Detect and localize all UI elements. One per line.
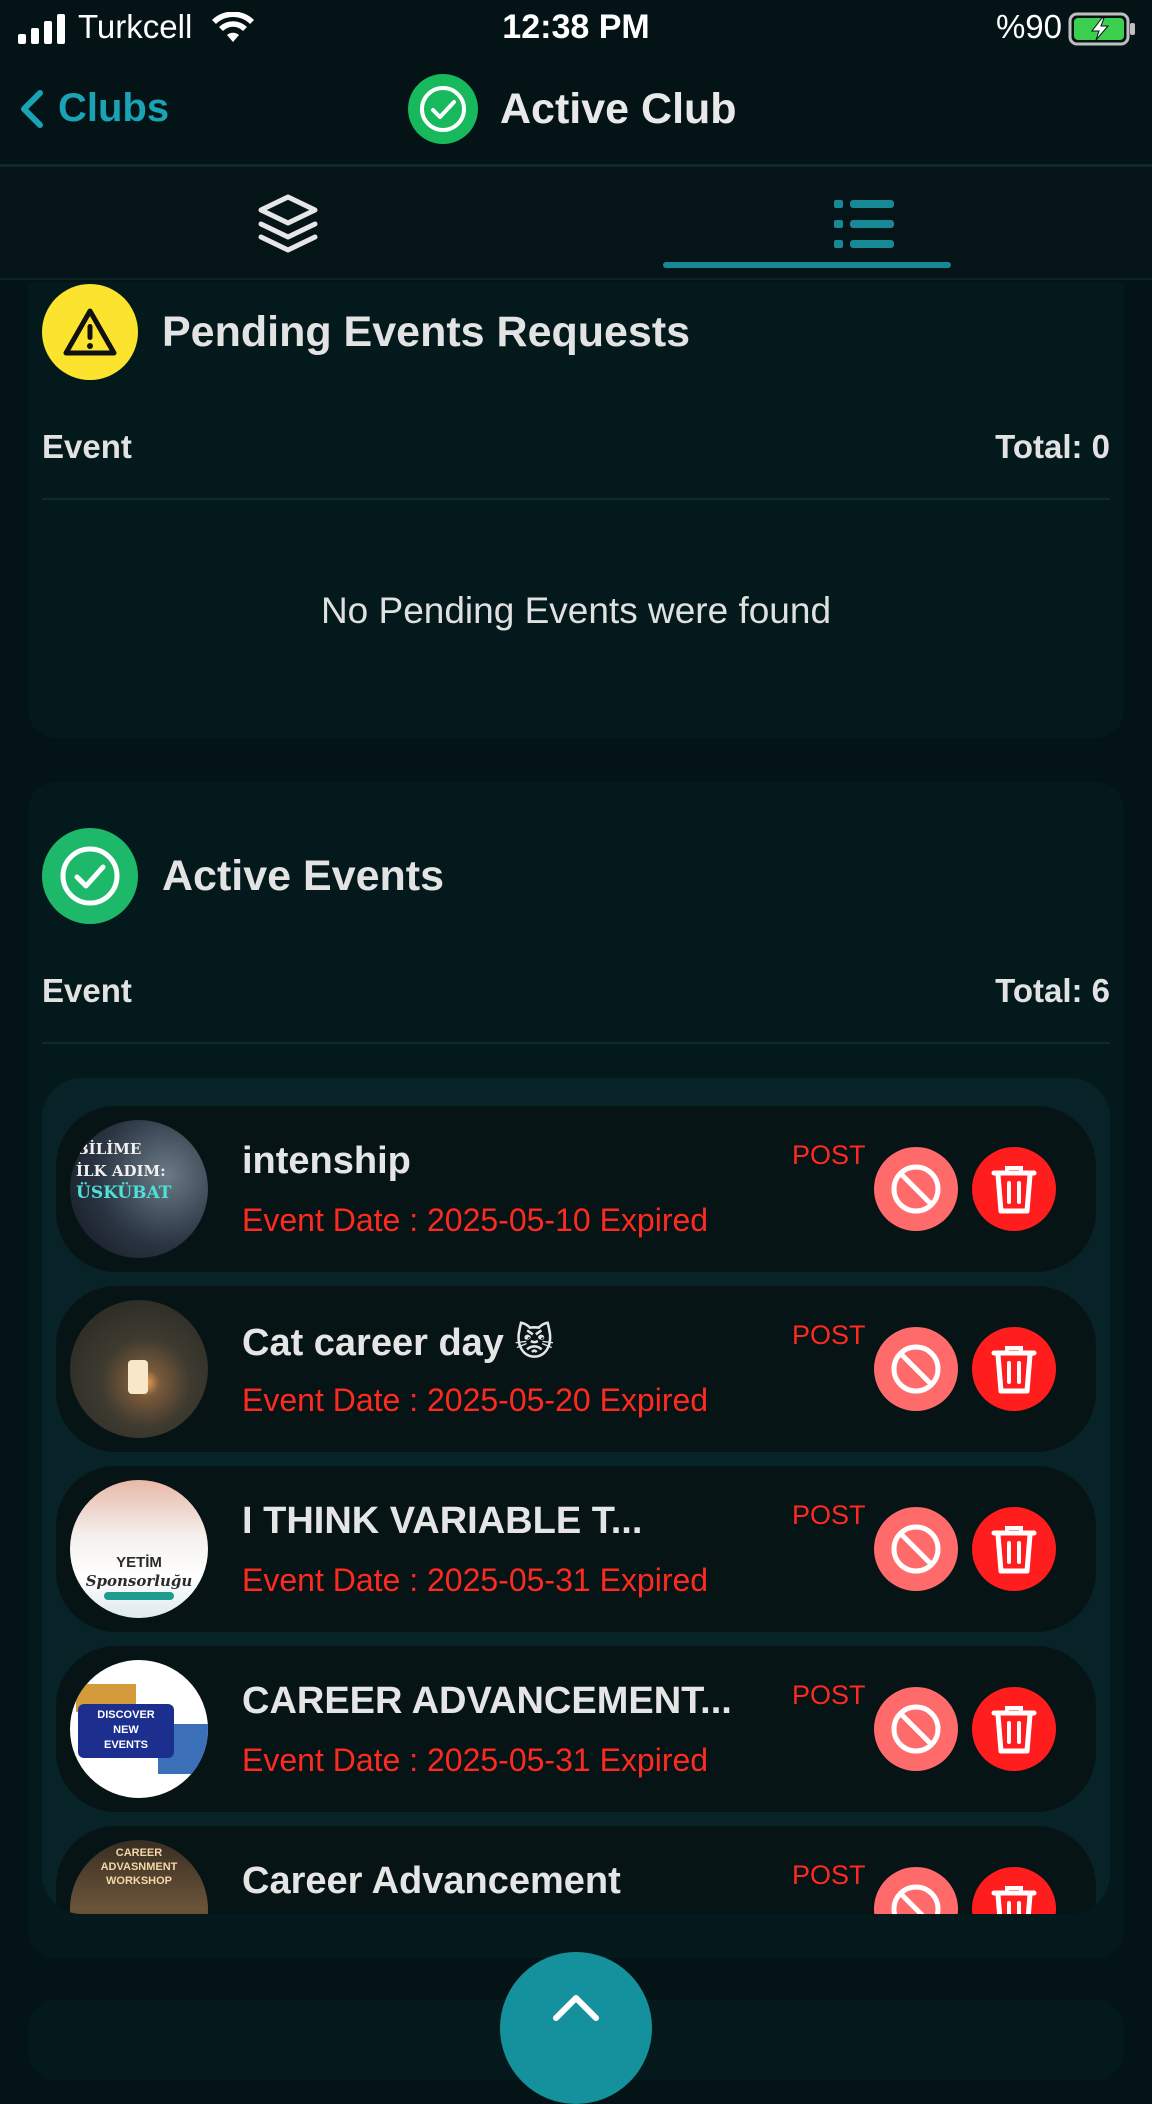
pending-divider	[42, 498, 1110, 500]
check-circle-icon	[408, 74, 478, 144]
pending-column-label: Event	[42, 428, 132, 465]
header-divider	[0, 164, 1152, 167]
back-label: Clubs	[58, 86, 170, 130]
event-title: intenship	[242, 1140, 411, 1182]
event-title: Career Advancement	[242, 1860, 621, 1902]
tab-bar	[0, 168, 1152, 280]
active-title-text: Active Events	[162, 851, 445, 900]
thumbnail-bar	[104, 1592, 174, 1600]
event-thumbnail: BİLİME İLK ADIM: ÜSKÜBAT	[70, 1120, 208, 1258]
list-item[interactable]: BİLİME İLK ADIM: ÜSKÜBAT intenship Event…	[56, 1106, 1096, 1272]
active-total: Total: 6	[995, 972, 1110, 1009]
back-button[interactable]: Clubs	[18, 86, 169, 131]
ban-icon	[891, 1704, 941, 1754]
trash-icon	[991, 1706, 1037, 1754]
thumbnail-caption: BİLİME İLK ADIM: ÜSKÜBAT	[76, 1140, 172, 1203]
event-type-badge: POST	[792, 1320, 866, 1350]
pending-empty-message: No Pending Events were found	[320, 590, 832, 631]
pending-section-title: Pending Events Requests	[42, 284, 690, 380]
active-divider	[42, 1042, 1110, 1044]
trash-icon	[991, 1166, 1037, 1214]
page-title: Active Club	[408, 74, 737, 144]
active-column-label: Event	[42, 972, 132, 1009]
battery-icon	[1068, 12, 1135, 46]
pending-total: Total: 0	[995, 428, 1110, 465]
delete-event-button[interactable]	[972, 1867, 1056, 1914]
delete-event-button[interactable]	[972, 1147, 1056, 1231]
event-type-badge: POST	[792, 1680, 866, 1710]
trash-icon	[991, 1346, 1037, 1394]
block-event-button[interactable]	[874, 1867, 958, 1914]
warning-icon	[42, 284, 138, 380]
pending-title-text: Pending Events Requests	[162, 307, 691, 356]
event-type-badge: POST	[792, 1140, 866, 1170]
active-section-title: Active Events	[42, 828, 444, 924]
event-title: CAREER ADVANCEMENT...	[242, 1680, 732, 1722]
status-time: 12:38 PM	[502, 8, 650, 46]
event-date: Event Date : 2025-05-31 Expired	[242, 1742, 709, 1778]
trash-icon	[991, 1526, 1037, 1574]
candle-shape	[128, 1360, 148, 1394]
delete-event-button[interactable]	[972, 1507, 1056, 1591]
status-bar: Turkcell 12:38 PM %90	[0, 0, 1152, 58]
event-thumbnail	[70, 1300, 208, 1438]
event-thumbnail: DISCOVER NEW EVENTS	[70, 1660, 208, 1798]
chevron-up-icon	[553, 1995, 599, 2021]
layers-icon	[258, 194, 318, 253]
scroll-to-top-button[interactable]	[500, 1952, 652, 2104]
delete-event-button[interactable]	[972, 1687, 1056, 1771]
delete-event-button[interactable]	[972, 1327, 1056, 1411]
check-circle-icon	[42, 828, 138, 924]
block-event-button[interactable]	[874, 1507, 958, 1591]
thumbnail-caption: DISCOVER NEW EVENTS	[78, 1704, 174, 1758]
block-event-button[interactable]	[874, 1327, 958, 1411]
list-item[interactable]: CAREER ADVASNMENT WORKSHOP Career Advanc…	[56, 1826, 1096, 1914]
tabs-divider	[0, 278, 1152, 280]
ban-icon	[891, 1884, 941, 1914]
list-item[interactable]: Cat career day 😾 Event Date : 2025-05-20…	[56, 1286, 1096, 1452]
thumbnail-caption: CAREER ADVASNMENT WORKSHOP	[100, 1847, 178, 1887]
thumbnail-caption: YETİM Sponsorluğu	[85, 1554, 193, 1590]
tab-active-indicator	[663, 262, 951, 268]
active-events-list[interactable]: BİLİME İLK ADIM: ÜSKÜBAT intenship Event…	[42, 1078, 1110, 1914]
event-date: Event Date : 2025-05-31 Expired	[242, 1562, 709, 1598]
ban-icon	[891, 1524, 941, 1574]
list-item[interactable]: YETİM Sponsorluğu I THINK VARIABLE T... …	[56, 1466, 1096, 1632]
ban-icon	[891, 1164, 941, 1214]
ban-icon	[891, 1344, 941, 1394]
list-icon	[834, 200, 894, 248]
chevron-left-icon	[21, 89, 43, 128]
battery-percent: %90	[995, 8, 1062, 45]
event-type-badge: POST	[792, 1500, 866, 1530]
event-title: I THINK VARIABLE T...	[242, 1500, 643, 1542]
event-date: Event Date : 2025-05-20 Expired	[242, 1382, 709, 1418]
event-thumbnail: YETİM Sponsorluğu	[70, 1480, 208, 1618]
event-type-badge: POST	[792, 1860, 866, 1890]
trash-icon	[991, 1886, 1037, 1914]
block-event-button[interactable]	[874, 1687, 958, 1771]
list-item[interactable]: DISCOVER NEW EVENTS CAREER ADVANCEMENT..…	[56, 1646, 1096, 1812]
page-title-text: Active Club	[500, 84, 737, 133]
block-event-button[interactable]	[874, 1147, 958, 1231]
tab-overview[interactable]	[0, 168, 576, 280]
event-thumbnail: CAREER ADVASNMENT WORKSHOP	[70, 1840, 208, 1914]
event-title: Cat career day 😾	[242, 1322, 555, 1364]
event-date: Event Date : 2025-05-10 Expired	[242, 1202, 709, 1238]
